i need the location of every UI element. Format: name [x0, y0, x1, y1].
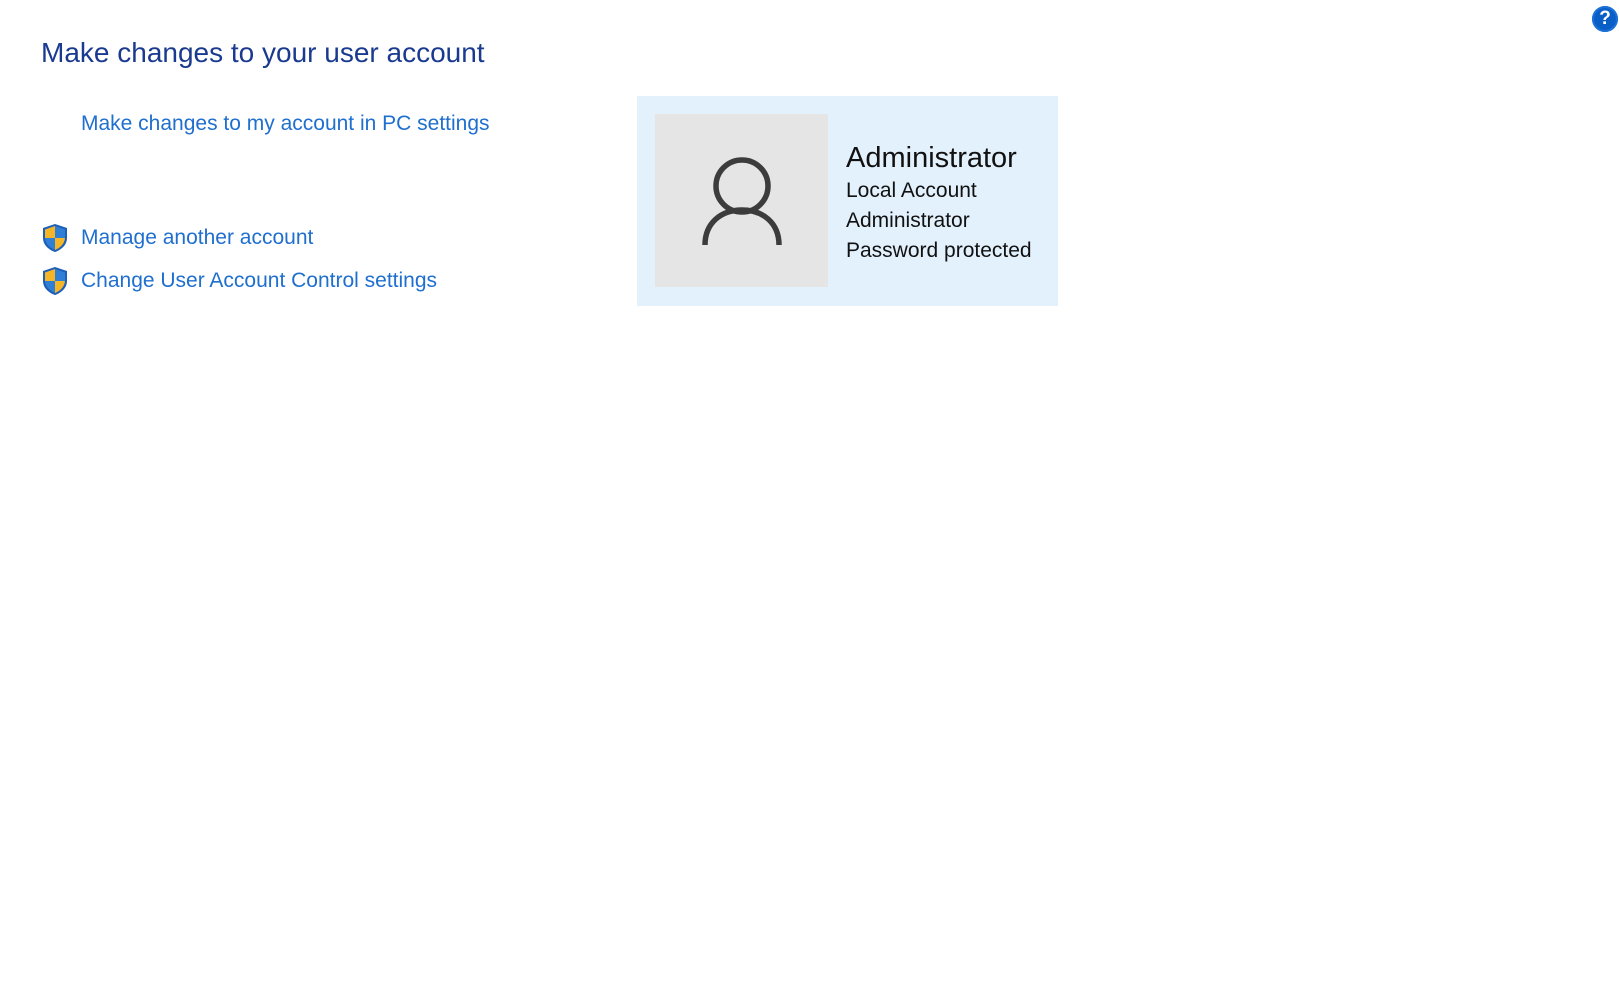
uac-shield-icon	[43, 267, 67, 295]
account-role: Administrator	[846, 209, 970, 232]
manage-another-account-link[interactable]: Manage another account	[41, 223, 313, 253]
uac-shield-icon	[43, 224, 67, 252]
user-accounts-page: ? Make changes to your user account Make…	[0, 0, 1619, 1004]
page-title: Make changes to your user account	[41, 37, 485, 68]
help-icon[interactable]: ?	[1592, 6, 1618, 32]
change-uac-settings-link[interactable]: Change User Account Control settings	[41, 266, 437, 296]
account-type: Local Account	[846, 179, 977, 202]
task-label: Change User Account Control settings	[81, 269, 438, 292]
avatar	[655, 114, 828, 287]
account-name: Administrator	[846, 142, 1017, 174]
pc-settings-link[interactable]: Make changes to my account in PC setting…	[81, 112, 490, 136]
account-card: Administrator Local Account Administrato…	[637, 96, 1058, 306]
account-info: Administrator Local Account Administrato…	[846, 140, 1032, 266]
user-avatar-icon	[702, 157, 782, 246]
task-label: Manage another account	[81, 226, 314, 249]
password-status: Password protected	[846, 239, 1032, 262]
